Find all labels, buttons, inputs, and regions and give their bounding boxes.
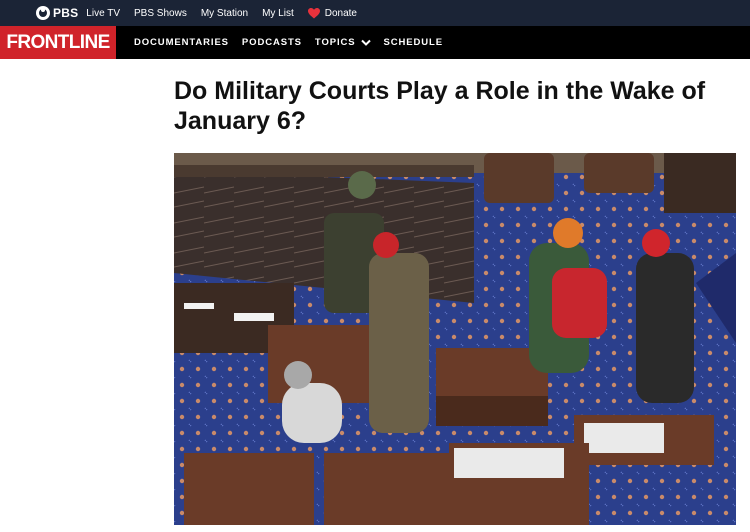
nav-topics-label: TOPICS bbox=[314, 37, 356, 48]
donate-label: Donate bbox=[324, 7, 357, 19]
nav-podcasts[interactable]: PODCASTS bbox=[242, 37, 302, 48]
donate-link[interactable]: Donate bbox=[307, 7, 357, 19]
pbs-link-pbs-shows[interactable]: PBS Shows bbox=[134, 8, 187, 19]
frontline-nav-bar: FRONTLINE DOCUMENTARIES PODCASTS TOPICS … bbox=[0, 26, 750, 59]
pbs-logo-text: PBS bbox=[53, 6, 79, 20]
pbs-logo-icon bbox=[36, 6, 50, 20]
article-hero-image bbox=[174, 153, 736, 525]
pbs-link-my-station[interactable]: My Station bbox=[201, 8, 248, 19]
article-title: Do Military Courts Play a Role in the Wa… bbox=[174, 77, 706, 135]
pbs-link-live-tv[interactable]: Live TV bbox=[86, 8, 120, 19]
frontline-logo[interactable]: FRONTLINE bbox=[0, 26, 116, 59]
nav-topics[interactable]: TOPICS bbox=[315, 37, 371, 48]
chevron-down-icon bbox=[360, 39, 371, 46]
pbs-logo[interactable]: PBS bbox=[36, 6, 78, 20]
heart-icon bbox=[307, 7, 320, 18]
pbs-top-bar: PBS Live TV PBS Shows My Station My List… bbox=[0, 0, 750, 26]
nav-documentaries[interactable]: DOCUMENTARIES bbox=[134, 37, 229, 48]
nav-schedule[interactable]: SCHEDULE bbox=[384, 37, 443, 48]
pbs-link-my-list[interactable]: My List bbox=[262, 8, 294, 19]
